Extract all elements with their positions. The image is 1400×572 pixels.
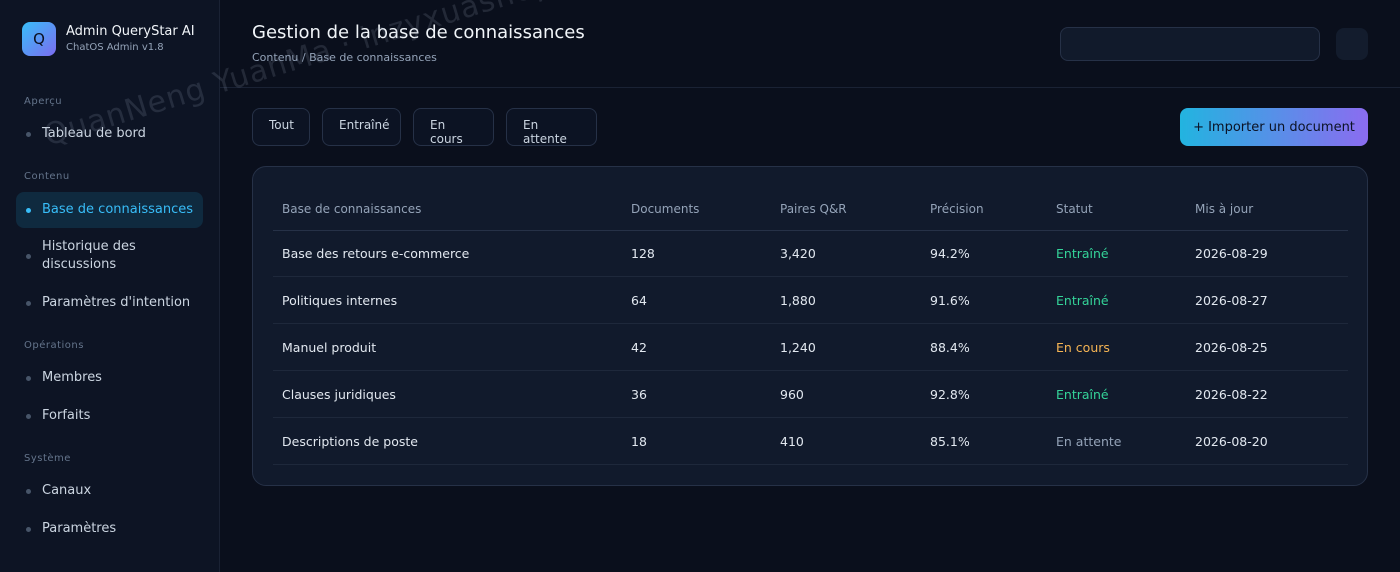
nav-section-operations: Opérations bbox=[24, 340, 84, 351]
column-header-knowledge-base[interactable]: Base de connaissances bbox=[282, 187, 421, 230]
bullet-icon bbox=[26, 300, 31, 306]
bullet-icon bbox=[26, 253, 31, 259]
column-header-documents[interactable]: Documents bbox=[631, 187, 699, 230]
kb-name: Descriptions de poste bbox=[282, 433, 418, 449]
sidebar-item-label: Paramètres d'intention bbox=[42, 295, 191, 310]
user-menu-button[interactable] bbox=[1336, 28, 1368, 60]
table-row[interactable]: Descriptions de poste 18 410 85.1% En at… bbox=[273, 418, 1348, 465]
updated-date: 2026-08-22 bbox=[1195, 386, 1268, 402]
sidebar-item-label: Historique des discussions bbox=[42, 239, 136, 272]
status-badge: En cours bbox=[1056, 339, 1110, 355]
filter-all[interactable]: Tout bbox=[252, 108, 310, 146]
bullet-icon bbox=[26, 131, 31, 137]
kb-name: Politiques internes bbox=[282, 292, 398, 308]
filter-in-progress[interactable]: En cours bbox=[413, 108, 494, 146]
qa-pairs-count: 410 bbox=[780, 433, 804, 449]
precision-value: 88.4% bbox=[930, 339, 970, 355]
table-header: Base de connaissances Documents Paires Q… bbox=[273, 187, 1348, 231]
column-header-updated[interactable]: Mis à jour bbox=[1195, 187, 1253, 230]
precision-value: 94.2% bbox=[930, 245, 970, 261]
status-badge: Entraîné bbox=[1056, 292, 1109, 308]
nav-section-system: Système bbox=[24, 453, 71, 464]
import-document-button[interactable]: + Importer un document bbox=[1180, 108, 1368, 146]
bullet-icon bbox=[26, 375, 31, 381]
qa-pairs-count: 1,880 bbox=[780, 292, 816, 308]
kb-name: Base des retours e-commerce bbox=[282, 245, 470, 261]
sidebar-item-label: Canaux bbox=[42, 483, 92, 498]
qa-pairs-count: 960 bbox=[780, 386, 804, 402]
brand-version: ChatOS Admin v1.8 bbox=[66, 42, 164, 53]
status-badge: Entraîné bbox=[1056, 386, 1109, 402]
qa-pairs-count: 3,420 bbox=[780, 245, 816, 261]
sidebar-item-plans[interactable]: Forfaits bbox=[16, 407, 203, 425]
nav-section-overview: Aperçu bbox=[24, 96, 63, 107]
knowledge-base-table: Base de connaissances Documents Paires Q… bbox=[252, 166, 1368, 486]
bullet-icon bbox=[26, 207, 31, 213]
status-badge: Entraîné bbox=[1056, 245, 1109, 261]
documents-count: 18 bbox=[631, 433, 647, 449]
bullet-icon bbox=[26, 413, 31, 419]
precision-value: 92.8% bbox=[930, 386, 970, 402]
table-row[interactable]: Manuel produit 42 1,240 88.4% En cours 2… bbox=[273, 324, 1348, 371]
bullet-icon bbox=[26, 488, 31, 494]
column-header-qa-pairs[interactable]: Paires Q&R bbox=[780, 187, 847, 230]
column-header-precision[interactable]: Précision bbox=[930, 187, 984, 230]
kb-name: Clauses juridiques bbox=[282, 386, 396, 402]
sidebar-item-intent-settings[interactable]: Paramètres d'intention bbox=[16, 294, 203, 312]
sidebar-item-chat-history[interactable]: Historique des discussions bbox=[16, 238, 166, 274]
search-input[interactable] bbox=[1060, 27, 1320, 61]
brand: Q Admin QueryStar AI ChatOS Admin v1.8 bbox=[22, 22, 195, 56]
updated-date: 2026-08-25 bbox=[1195, 339, 1268, 355]
documents-count: 36 bbox=[631, 386, 647, 402]
documents-count: 128 bbox=[631, 245, 655, 261]
table-row[interactable]: Clauses juridiques 36 960 92.8% Entraîné… bbox=[273, 371, 1348, 418]
table-row[interactable]: Politiques internes 64 1,880 91.6% Entra… bbox=[273, 277, 1348, 324]
table-row[interactable]: Base des retours e-commerce 128 3,420 94… bbox=[273, 230, 1348, 277]
bullet-icon bbox=[26, 526, 31, 532]
qa-pairs-count: 1,240 bbox=[780, 339, 816, 355]
sidebar-item-members[interactable]: Membres bbox=[16, 369, 203, 387]
kb-name: Manuel produit bbox=[282, 339, 377, 355]
sidebar-item-label: Paramètres bbox=[42, 521, 117, 536]
filter-trained[interactable]: Entraîné bbox=[322, 108, 401, 146]
sidebar-item-label: Base de connaissances bbox=[42, 202, 193, 217]
documents-count: 42 bbox=[631, 339, 647, 355]
nav-section-content: Contenu bbox=[24, 171, 70, 182]
updated-date: 2026-08-29 bbox=[1195, 245, 1268, 261]
brand-logo: Q bbox=[22, 22, 56, 56]
sidebar-item-label: Forfaits bbox=[42, 408, 91, 423]
sidebar-item-label: Membres bbox=[42, 370, 102, 385]
sidebar-item-settings[interactable]: Paramètres bbox=[16, 520, 203, 538]
status-badge: En attente bbox=[1056, 433, 1122, 449]
column-header-status[interactable]: Statut bbox=[1056, 187, 1093, 230]
sidebar-item-channels[interactable]: Canaux bbox=[16, 482, 203, 500]
filter-pending[interactable]: En attente bbox=[506, 108, 597, 146]
precision-value: 85.1% bbox=[930, 433, 970, 449]
sidebar-item-knowledge-base[interactable]: Base de connaissances bbox=[16, 192, 203, 228]
precision-value: 91.6% bbox=[930, 292, 970, 308]
updated-date: 2026-08-20 bbox=[1195, 433, 1268, 449]
brand-name: Admin QueryStar AI bbox=[66, 24, 195, 39]
documents-count: 64 bbox=[631, 292, 647, 308]
updated-date: 2026-08-27 bbox=[1195, 292, 1268, 308]
